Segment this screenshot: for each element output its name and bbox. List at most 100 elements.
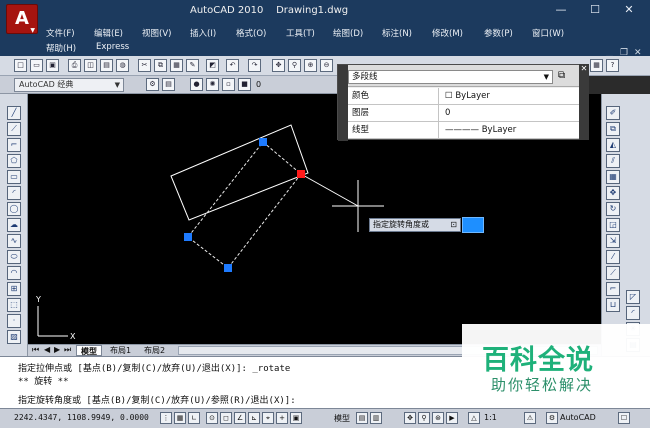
circle-icon[interactable]: ◯ [7, 202, 21, 216]
pan-status-icon[interactable]: ✥ [404, 412, 416, 424]
menu-file[interactable]: 文件(F) [46, 27, 75, 39]
annotation-visibility-icon[interactable]: ⚠ [524, 412, 536, 424]
tab-nav-prev-icon[interactable]: ◀ [44, 345, 50, 354]
coordinate-display[interactable]: 2242.4347, 1108.9949, 0.0000 [14, 413, 149, 422]
maximize-button[interactable]: ☐ [584, 3, 606, 16]
dynamic-ucs-icon[interactable]: ⊾ [248, 412, 260, 424]
minimize-button[interactable]: — [550, 3, 572, 16]
prop-row-linetype[interactable]: 线型 ———— ByLayer [348, 122, 588, 139]
application-menu-button[interactable]: A ▼ [6, 4, 38, 34]
array-icon[interactable]: ▦ [606, 170, 620, 184]
menu-tools[interactable]: 工具(T) [286, 27, 315, 39]
command-prompt[interactable]: 指定旋转角度或 [基点(B)/复制(C)/放弃(U)/参照(R)/退出(X)]: [18, 393, 296, 406]
menu-window[interactable]: 窗口(W) [532, 27, 564, 39]
menu-insert[interactable]: 插入(I) [190, 27, 216, 39]
pan-icon[interactable]: ✥ [272, 59, 285, 72]
annotation-scale-icon[interactable]: △ [468, 412, 480, 424]
join-icon[interactable]: ⊔ [606, 298, 620, 312]
tab-nav-last-icon[interactable]: ⏭ [64, 345, 71, 355]
close-button[interactable]: ✕ [618, 3, 640, 16]
prop-row-layer[interactable]: 图层 0 [348, 105, 588, 122]
save-icon[interactable]: ▣ [46, 59, 59, 72]
line-tool-icon[interactable]: ╱ [7, 106, 21, 120]
zoom-status-icon[interactable]: ⚲ [418, 412, 430, 424]
match-properties-icon[interactable]: ✎ [186, 59, 199, 72]
zoom-previous-icon[interactable]: ⊖ [320, 59, 333, 72]
construction-line-icon[interactable]: ⟋ [7, 122, 21, 136]
showmotion-icon[interactable]: ▶ [446, 412, 458, 424]
polar-tracking-icon[interactable]: ⊙ [206, 412, 218, 424]
annotation-scale-value[interactable]: 1:1 [484, 413, 497, 422]
rotate-angle-input[interactable] [462, 217, 484, 233]
new-file-icon[interactable]: □ [14, 59, 27, 72]
snap-tracking-icon[interactable]: ∠ [234, 412, 246, 424]
redo-icon[interactable]: ↷ [248, 59, 261, 72]
layer-properties-icon[interactable]: ▤ [162, 78, 175, 91]
lineweight-icon[interactable]: + [276, 412, 288, 424]
open-file-icon[interactable]: ▭ [30, 59, 43, 72]
mirror-icon[interactable]: ◭ [606, 138, 620, 152]
layer-freeze-icon[interactable]: ✺ [206, 78, 219, 91]
menu-view[interactable]: 视图(V) [142, 27, 171, 39]
3d-dwf-icon[interactable]: ◍ [116, 59, 129, 72]
prop-value[interactable]: ———— ByLayer [438, 122, 588, 138]
insert-block-icon[interactable]: ⊞ [7, 282, 21, 296]
cut-icon[interactable]: ✂ [138, 59, 151, 72]
prop-value[interactable]: ☐ ByLayer [438, 88, 588, 104]
grip[interactable] [184, 233, 192, 241]
prop-row-color[interactable]: 颜色 ☐ ByLayer [348, 88, 588, 105]
layer-color-icon[interactable]: ■ [238, 78, 251, 91]
dynamic-input-icon[interactable]: ⌖ [262, 412, 274, 424]
clean-screen-icon[interactable]: ☐ [618, 412, 630, 424]
customize-icon[interactable]: ⧉ [558, 70, 565, 81]
panel-grip[interactable] [338, 65, 348, 141]
tab-model[interactable]: 模型 [76, 345, 102, 356]
spline-icon[interactable]: ∿ [7, 234, 21, 248]
grip[interactable] [224, 264, 232, 272]
grid-display-icon[interactable]: ▦ [174, 412, 186, 424]
polyline-icon[interactable]: ⌐ [7, 138, 21, 152]
revcloud-icon[interactable]: ☁ [7, 218, 21, 232]
polygon-icon[interactable]: ⬠ [7, 154, 21, 168]
snap-mode-icon[interactable]: ⋮ [160, 412, 172, 424]
options-arrow-icon[interactable]: ⊡ [450, 219, 457, 231]
hatch-icon[interactable]: ▨ [7, 330, 21, 344]
tab-layout1[interactable]: 布局1 [106, 345, 135, 356]
workspace-name[interactable]: AutoCAD [560, 413, 596, 422]
arc-icon[interactable]: ◜ [7, 186, 21, 200]
object-type-dropdown[interactable]: 多段线 ▼ [348, 70, 553, 84]
ortho-mode-icon[interactable]: ∟ [188, 412, 200, 424]
copy-object-icon[interactable]: ⧉ [606, 122, 620, 136]
extend-icon[interactable]: ⟋ [606, 266, 620, 280]
panel-close-button[interactable]: ✕ [579, 64, 589, 140]
trim-icon[interactable]: ⁄ [606, 250, 620, 264]
layer-on-icon[interactable]: ● [190, 78, 203, 91]
grip[interactable] [259, 138, 267, 146]
menu-express[interactable]: Express [96, 42, 129, 52]
ellipse-icon[interactable]: ⬭ [7, 250, 21, 264]
chamfer-icon[interactable]: ◸ [626, 290, 640, 304]
tab-nav-next-icon[interactable]: ▶ [54, 345, 60, 354]
move-icon[interactable]: ✥ [606, 186, 620, 200]
menu-modify[interactable]: 修改(M) [432, 27, 463, 39]
erase-icon[interactable]: ✐ [606, 106, 620, 120]
workspace-switch-icon[interactable]: ⚙ [546, 412, 558, 424]
steering-wheel-icon[interactable]: ⊛ [432, 412, 444, 424]
zoom-window-icon[interactable]: ⊕ [304, 59, 317, 72]
break-icon[interactable]: ⌐ [606, 282, 620, 296]
model-space-label[interactable]: 模型 [334, 413, 350, 424]
prop-value[interactable]: 0 [438, 105, 588, 121]
tab-layout2[interactable]: 布局2 [140, 345, 169, 356]
menu-dimension[interactable]: 标注(N) [382, 27, 412, 39]
stretch-icon[interactable]: ⇲ [606, 234, 620, 248]
quick-properties-icon[interactable]: ▣ [290, 412, 302, 424]
workspace-dropdown[interactable]: AutoCAD 经典 ▼ [14, 78, 124, 92]
rectangle-icon[interactable]: ▭ [7, 170, 21, 184]
layer-lock-icon[interactable]: ▫ [222, 78, 235, 91]
menu-parameters[interactable]: 参数(P) [484, 27, 513, 39]
rotate-icon[interactable]: ↻ [606, 202, 620, 216]
toolbar-grid-icon[interactable]: ▦ [590, 59, 603, 72]
hot-grip[interactable] [297, 170, 305, 178]
layer-name[interactable]: 0 [256, 80, 261, 89]
paste-icon[interactable]: ▦ [170, 59, 183, 72]
